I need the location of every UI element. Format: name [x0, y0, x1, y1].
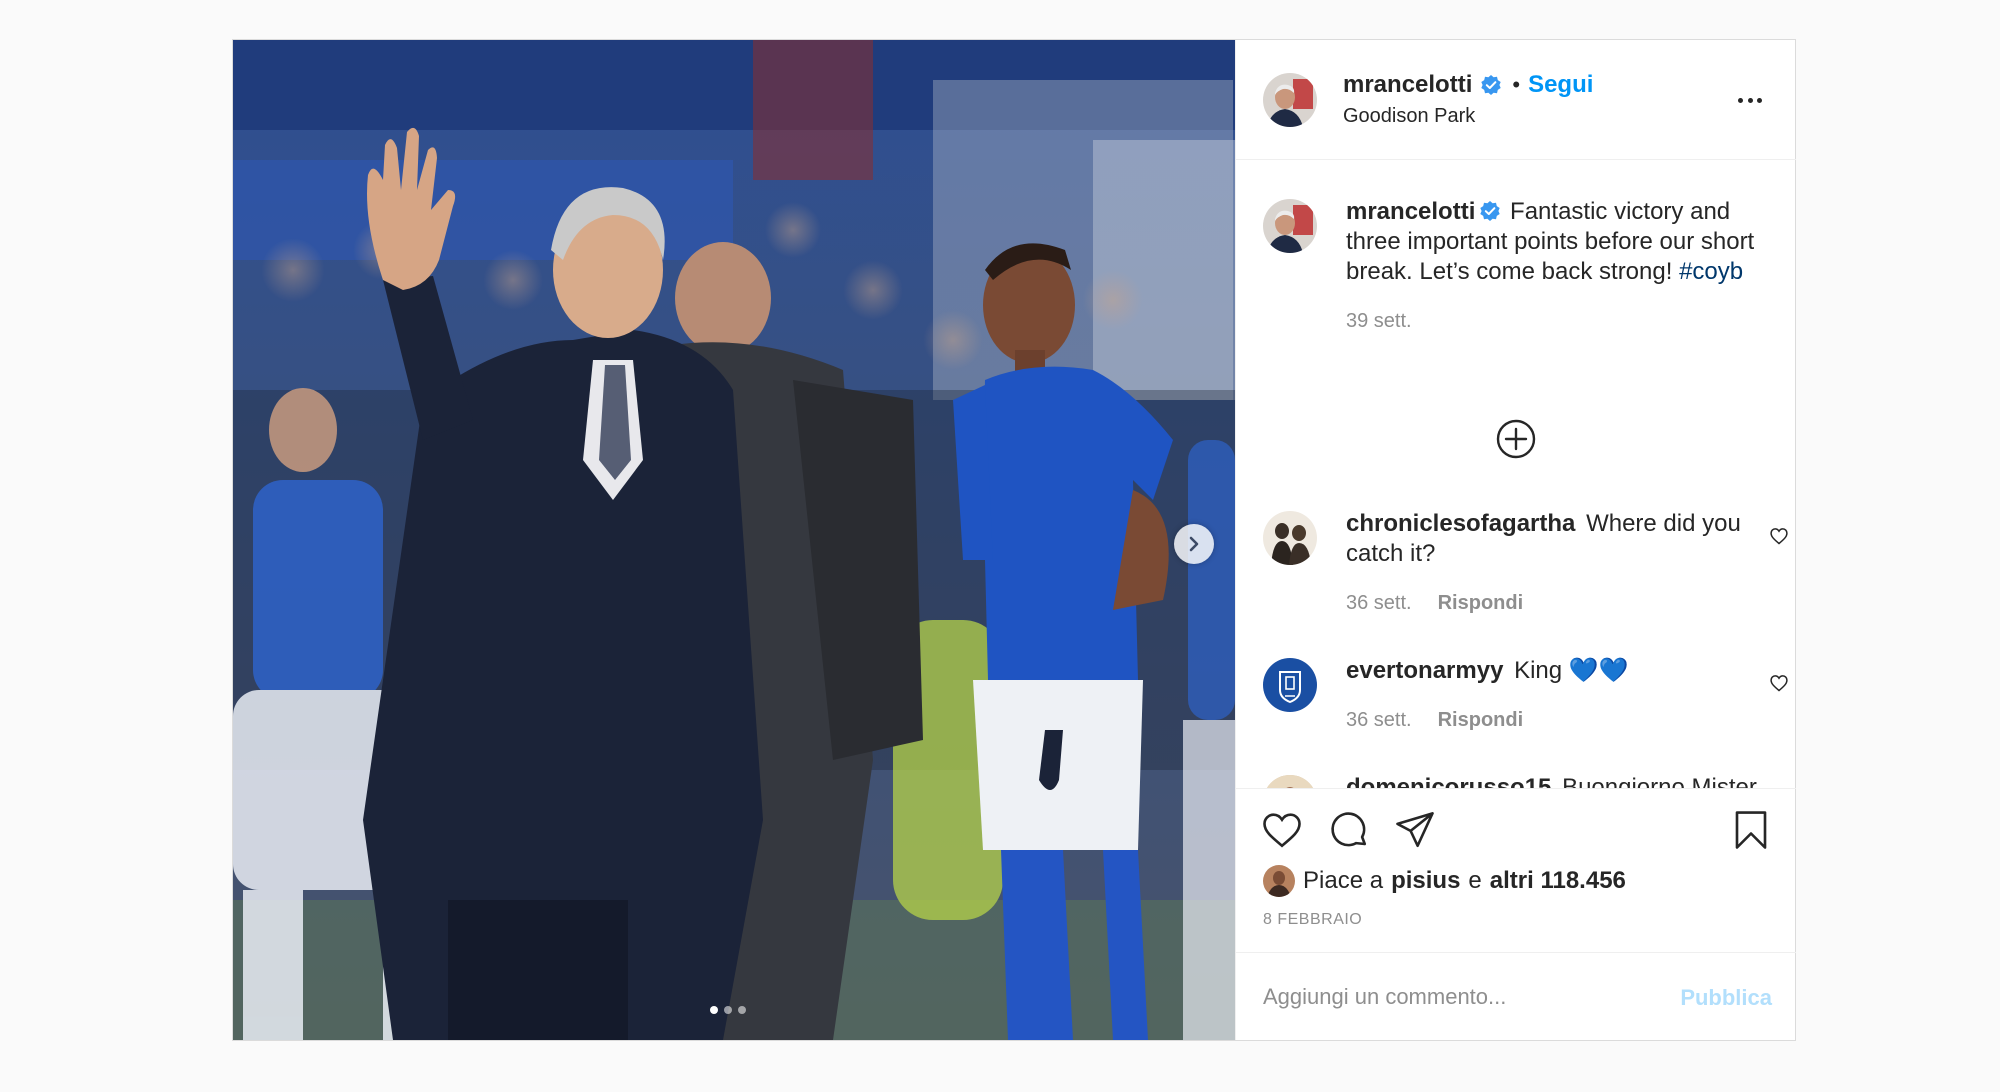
post-location[interactable]: Goodison Park: [1343, 105, 1475, 128]
chevron-right-icon: [1189, 536, 1199, 552]
heart-icon[interactable]: [1261, 809, 1303, 851]
carousel-indicator: [710, 1006, 746, 1014]
comment-username[interactable]: evertonarmyy: [1346, 657, 1503, 684]
bookmark-icon[interactable]: [1730, 809, 1772, 851]
more-dot: [1738, 97, 1743, 103]
liker-username[interactable]: pisius: [1391, 867, 1460, 895]
comment-meta: 36 sett. Rispondi: [1346, 709, 1523, 732]
comment-time[interactable]: 36 sett.: [1346, 592, 1412, 615]
more-dot: [1757, 97, 1762, 103]
liker-avatar[interactable]: [1263, 865, 1295, 897]
author-avatar[interactable]: [1263, 73, 1317, 127]
post-date[interactable]: 8 FEBBRAIO: [1263, 911, 1362, 929]
reply-button[interactable]: Rispondi: [1438, 592, 1524, 615]
comments-list[interactable]: mrancelotti Fantastic victory and three …: [1236, 161, 1796, 788]
like-comment-heart-icon[interactable]: [1769, 526, 1789, 546]
caption-time[interactable]: 39 sett.: [1346, 310, 1412, 333]
carousel-dot: [724, 1006, 732, 1014]
comment-text: chroniclesofagartha Where did you catch …: [1346, 509, 1776, 569]
follow-button[interactable]: Segui: [1528, 71, 1593, 99]
comment-input[interactable]: [1263, 977, 1663, 1017]
comment-meta: 36 sett. Rispondi: [1346, 592, 1523, 615]
likes-count-link[interactable]: altri 118.456: [1490, 867, 1626, 895]
post-header: mrancelotti • Segui Goodison Park: [1236, 40, 1796, 160]
carousel-next-button[interactable]: [1174, 524, 1214, 564]
comment-body: King 💙💙: [1514, 657, 1629, 684]
comment-body: Buongiorno Mister: [1562, 774, 1757, 788]
instagram-post: mrancelotti • Segui Goodison Park mrance…: [232, 39, 1796, 1041]
comment-username[interactable]: domenicorusso15: [1346, 774, 1551, 788]
commenter-avatar[interactable]: [1263, 658, 1317, 712]
likes-summary: Piace a pisius e altri 118.456: [1263, 865, 1626, 897]
likes-prefix: Piace a: [1303, 867, 1384, 894]
more-options-button[interactable]: [1738, 88, 1762, 112]
comment-time[interactable]: 36 sett.: [1346, 709, 1412, 732]
load-more-comments-icon[interactable]: [1496, 419, 1536, 459]
carousel-dot-active: [710, 1006, 718, 1014]
caption-meta: 39 sett.: [1346, 310, 1412, 333]
verified-badge-icon: [1480, 201, 1501, 221]
commenter-avatar[interactable]: [1263, 775, 1317, 788]
comment-icon[interactable]: [1328, 809, 1370, 851]
more-dot: [1747, 97, 1753, 103]
comment-username[interactable]: chroniclesofagartha: [1346, 510, 1575, 537]
verified-badge-icon: [1481, 75, 1502, 95]
post-details-pane: mrancelotti • Segui Goodison Park mrance…: [1235, 40, 1796, 1040]
post-actions: Piace a pisius e altri 118.456 8 FEBBRAI…: [1236, 788, 1796, 952]
publish-button[interactable]: Pubblica: [1668, 985, 1772, 1011]
carousel-dot: [738, 1006, 746, 1014]
comment-text: domenicorusso15 Buongiorno Mister: [1346, 773, 1776, 788]
add-comment-bar: Pubblica: [1236, 952, 1796, 1040]
photo-illustration: [233, 40, 1235, 1040]
separator-dot: •: [1512, 72, 1521, 97]
share-send-icon[interactable]: [1394, 809, 1436, 851]
likes-conjunction: e: [1468, 867, 1482, 894]
reply-button[interactable]: Rispondi: [1438, 709, 1524, 732]
commenter-avatar[interactable]: [1263, 511, 1317, 565]
hashtag-link[interactable]: #coyb: [1679, 258, 1743, 285]
caption-text: mrancelotti Fantastic victory and three …: [1346, 197, 1776, 287]
post-photo[interactable]: [233, 40, 1235, 1040]
caption-author-avatar[interactable]: [1263, 199, 1317, 253]
comment-text: evertonarmyy King 💙💙: [1346, 656, 1776, 686]
header-user-line: mrancelotti • Segui: [1343, 71, 1593, 99]
author-username[interactable]: mrancelotti: [1343, 71, 1472, 99]
caption-username[interactable]: mrancelotti: [1346, 198, 1475, 225]
like-comment-heart-icon[interactable]: [1769, 673, 1789, 693]
